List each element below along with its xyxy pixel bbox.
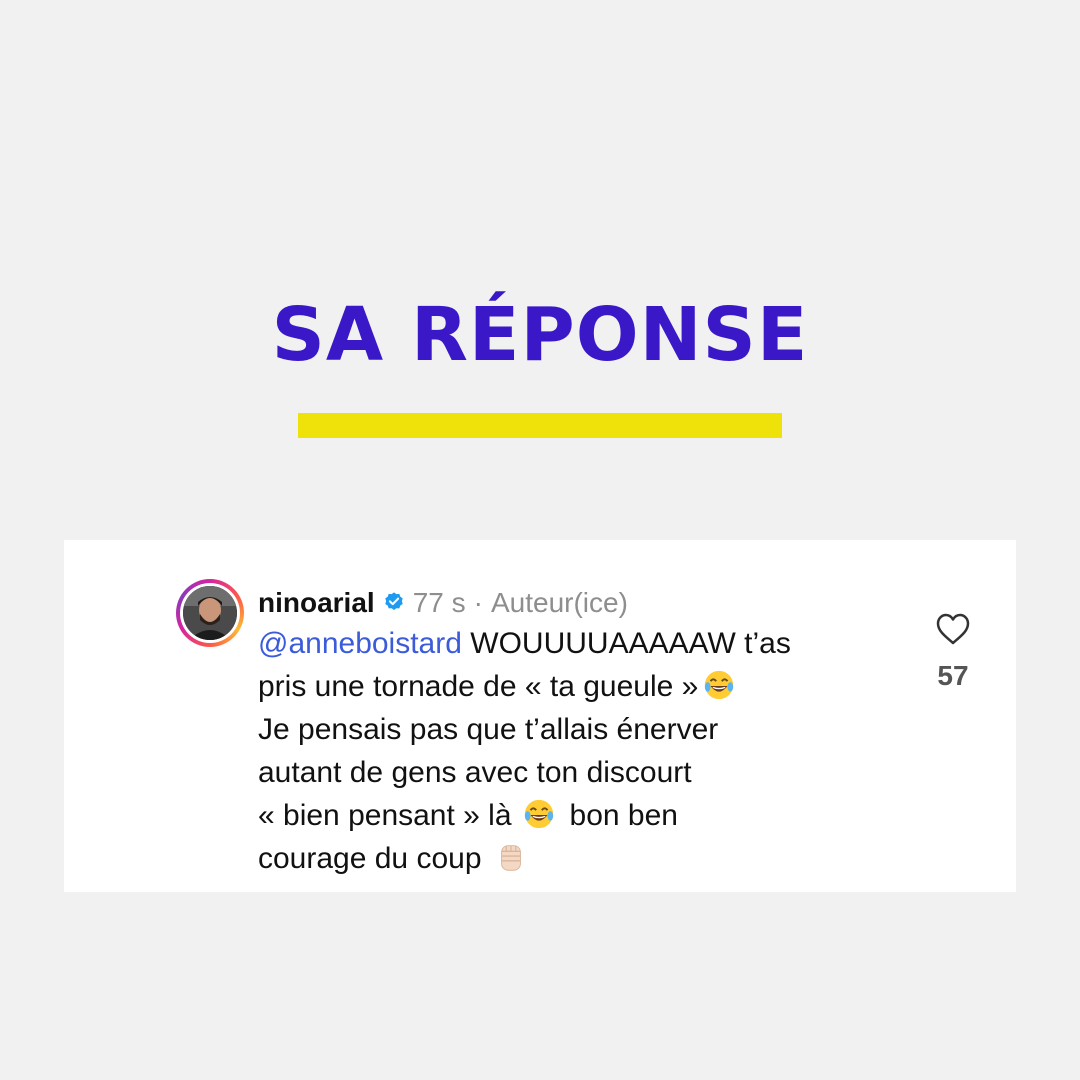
like-column: 57 bbox=[930, 612, 976, 692]
comment-line-1: @anneboistard WOUUUUAAAAAW t’as bbox=[258, 627, 791, 660]
avatar[interactable] bbox=[176, 579, 244, 647]
comment-card: ninoarial 77 s · Auteur(ice) @anneboista… bbox=[64, 540, 1016, 892]
comment-time: 77 s bbox=[412, 586, 466, 618]
meta-separator: · bbox=[473, 586, 483, 618]
mention-link[interactable]: @anneboistard bbox=[258, 627, 462, 660]
like-count: 57 bbox=[937, 660, 969, 691]
comment-line-5: « bien pensant » là bon ben bbox=[258, 799, 678, 832]
username-link[interactable]: ninoarial bbox=[258, 581, 375, 624]
comment-line-3: Je pensais pas que t’allais énerver bbox=[258, 713, 719, 746]
comment-line-6: courage du coup bbox=[258, 837, 908, 880]
avatar-photo bbox=[183, 586, 237, 640]
author-label: Auteur(ice) bbox=[490, 586, 628, 618]
avatar-image bbox=[183, 586, 237, 640]
comment-line-4: autant de gens avec ton discourt bbox=[258, 756, 692, 789]
comment-text: @anneboistard WOUUUUAAAAAW t’as pris une… bbox=[258, 622, 908, 880]
face-with-tears-of-joy-icon bbox=[524, 799, 553, 829]
raised-fist-icon bbox=[500, 845, 521, 871]
title-underline bbox=[298, 413, 782, 438]
heart-outline-icon[interactable] bbox=[935, 612, 971, 646]
comment-meta: ninoarial 77 s · Auteur(ice) bbox=[258, 582, 908, 622]
page-title: SA RÉPONSE bbox=[271, 292, 809, 378]
comment-body: ninoarial 77 s · Auteur(ice) @anneboista… bbox=[258, 582, 908, 880]
face-with-tears-of-joy-icon bbox=[705, 670, 734, 700]
verified-badge-icon bbox=[384, 592, 403, 610]
comment-line-2: pris une tornade de « ta gueule » bbox=[258, 665, 908, 708]
